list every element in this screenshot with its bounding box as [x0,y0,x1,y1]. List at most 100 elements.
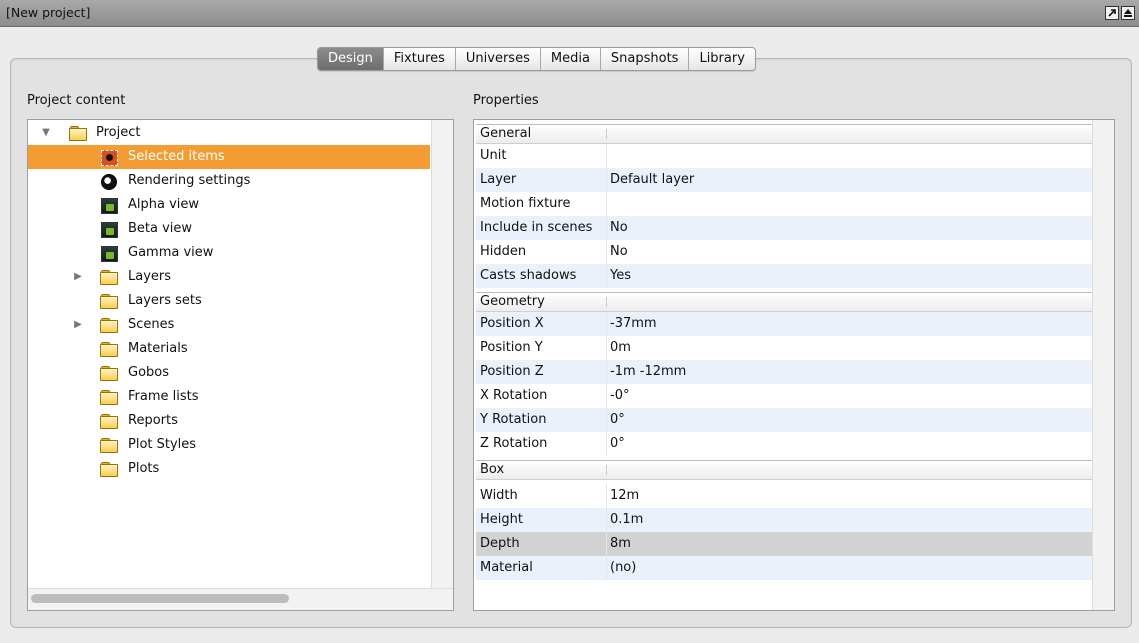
property-name: Motion fixture [480,196,571,211]
tree-item-label: Project [96,125,141,140]
property-name: Position Z [480,364,544,379]
property-name: Depth [480,536,520,551]
tab-design[interactable]: Design [318,48,383,70]
folder-icon [100,293,118,309]
tree-item-gobos[interactable]: Gobos [28,361,430,385]
detach-window-icon[interactable] [1105,6,1119,20]
property-value[interactable]: -0° [610,384,629,408]
project-tree: ▼ Project Selected items Rendering setti… [27,119,454,611]
tree-item-label: Frame lists [128,389,199,404]
property-group-header[interactable]: Geometry [476,292,1092,312]
tree-item-materials[interactable]: Materials [28,337,430,361]
properties-vertical-scrollbar[interactable] [1092,120,1114,610]
tree-item-label: Rendering settings [128,173,251,188]
tree-item-plots[interactable]: Plots [28,457,430,481]
folder-icon [100,269,118,285]
tree-item-label: Materials [128,341,188,356]
property-name: Position Y [480,340,543,355]
property-row[interactable]: X Rotation -0° [476,384,1092,408]
group-name: Geometry [480,294,545,309]
group-name: General [480,126,532,141]
tree-item-beta-view[interactable]: Beta view [28,217,430,241]
tree-item-layers-sets[interactable]: Layers sets [28,289,430,313]
tree-item-label: Layers [128,269,172,284]
property-value[interactable]: Yes [610,264,631,288]
property-value[interactable]: No [610,240,628,264]
property-value[interactable]: 0.1m [610,508,643,532]
property-row[interactable]: Hidden No [476,240,1092,264]
property-value[interactable]: (no) [610,556,636,580]
group-name: Box [480,462,505,477]
selection-icon [100,149,118,166]
tab-snapshots[interactable]: Snapshots [599,48,689,70]
tree-item-rendering-settings[interactable]: Rendering settings [28,169,430,193]
property-row[interactable]: Motion fixture [476,192,1092,216]
property-row[interactable]: Width 12m [476,484,1092,508]
tree-item-alpha-view[interactable]: Alpha view [28,193,430,217]
expand-arrow-icon[interactable]: ▼ [40,127,52,139]
tree-item-plot-styles[interactable]: Plot Styles [28,433,430,457]
tree-item-label: Scenes [128,317,175,332]
properties-table: General Unit Layer Default layer Motion … [473,119,1115,611]
property-row[interactable]: Material (no) [476,556,1092,580]
tab-library[interactable]: Library [688,48,754,70]
property-row[interactable]: Include in scenes No [476,216,1092,240]
property-row[interactable]: Casts shadows Yes [476,264,1092,288]
tree-item-label: Plots [128,461,160,476]
tree-item-label: Beta view [128,221,193,236]
tree-item-label: Selected items [128,149,225,164]
property-row[interactable]: Height 0.1m [476,508,1092,532]
property-row[interactable]: Position Z -1m -12mm [476,360,1092,384]
property-name: Casts shadows [480,268,577,283]
property-value[interactable]: -37mm [610,312,657,336]
tree-horizontal-scrollbar[interactable] [28,588,453,610]
tree-item-layers[interactable]: ▶ Layers [28,265,430,289]
folder-icon [100,413,118,429]
property-row[interactable]: Y Rotation 0° [476,408,1092,432]
tree-item-label: Gamma view [128,245,214,260]
property-name: X Rotation [480,388,548,403]
property-value[interactable]: No [610,216,628,240]
property-name: Unit [480,148,507,163]
property-value[interactable]: 8m [610,532,631,556]
window-title-bar: [New project] [0,0,1139,27]
tree-item-frame-lists[interactable]: Frame lists [28,385,430,409]
property-value[interactable]: 12m [610,484,639,508]
property-group-header[interactable]: General [476,124,1092,144]
view-icon [100,221,118,238]
property-row[interactable]: Unit [476,144,1092,168]
property-group-header[interactable]: Box [476,460,1092,480]
property-value[interactable]: 0m [610,336,631,360]
tab-fixtures[interactable]: Fixtures [382,48,455,70]
tree-item-label: Gobos [128,365,170,380]
property-value[interactable]: Default layer [610,168,694,192]
folder-icon [100,461,118,477]
folder-icon [100,341,118,357]
tree-item-scenes[interactable]: ▶ Scenes [28,313,430,337]
tab-bar: Design Fixtures Universes Media Snapshot… [317,47,756,71]
property-row[interactable]: Layer Default layer [476,168,1092,192]
tree-item-gamma-view[interactable]: Gamma view [28,241,430,265]
tree-item-label: Alpha view [128,197,200,212]
collapsed-arrow-icon[interactable]: ▶ [72,319,84,331]
property-name: Layer [480,172,517,187]
property-value[interactable]: 0° [610,408,625,432]
tab-universes[interactable]: Universes [454,48,540,70]
property-row-selected[interactable]: Depth 8m [476,532,1092,556]
collapsed-arrow-icon[interactable]: ▶ [72,271,84,283]
tree-item-selected-items[interactable]: Selected items [28,145,430,169]
property-row[interactable]: Position Y 0m [476,336,1092,360]
tree-item-reports[interactable]: Reports [28,409,430,433]
view-icon [100,245,118,262]
property-row[interactable]: Position X -37mm [476,312,1092,336]
tree-item-project[interactable]: ▼ Project [28,121,430,145]
property-row[interactable]: Z Rotation 0° [476,432,1092,456]
tab-media[interactable]: Media [539,48,600,70]
eject-collapse-icon[interactable] [1121,6,1135,20]
scrollbar-thumb[interactable] [31,594,289,603]
folder-icon [100,365,118,381]
tree-vertical-scrollbar[interactable] [431,120,453,588]
tree-item-label: Plot Styles [128,437,197,452]
property-value[interactable]: -1m -12mm [610,360,686,384]
property-value[interactable]: 0° [610,432,625,456]
